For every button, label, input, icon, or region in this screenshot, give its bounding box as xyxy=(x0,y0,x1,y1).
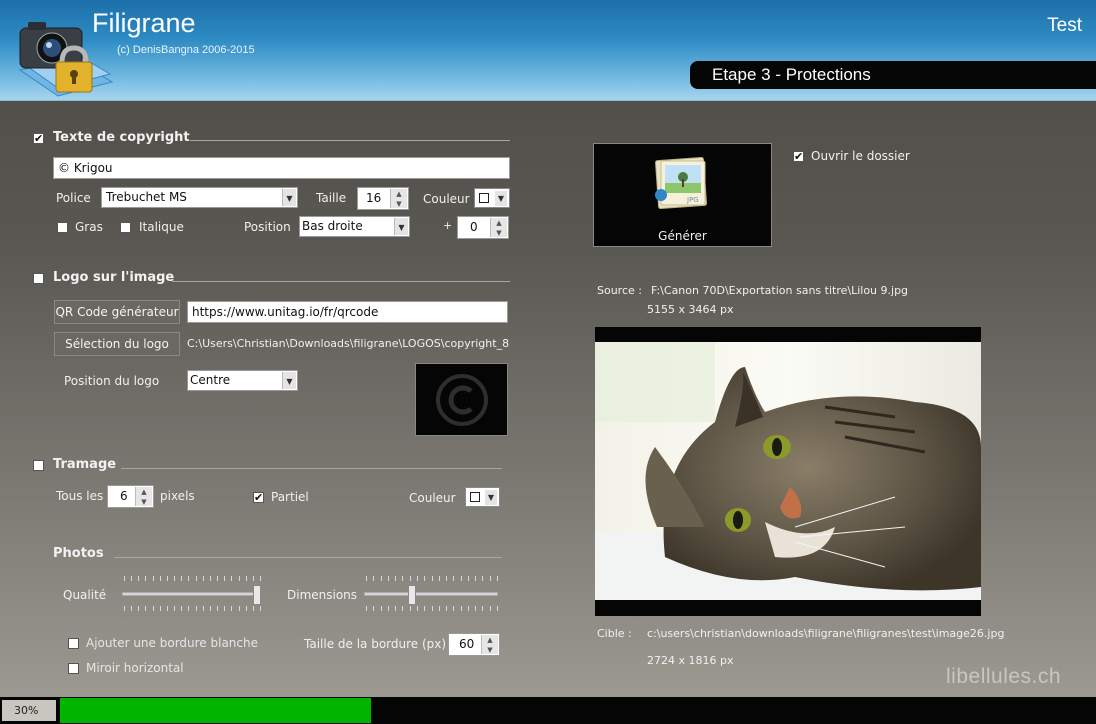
slider-ticks xyxy=(124,606,261,611)
chevron-down-icon: ▼ xyxy=(394,218,408,235)
cible-label: Cible : xyxy=(597,627,632,640)
miroir-label: Miroir horizontal xyxy=(86,661,184,675)
qr-url-input[interactable]: https://www.unitag.io/fr/qrcode xyxy=(187,301,508,323)
plus-label: + xyxy=(443,219,453,232)
spinner-arrows-icon[interactable]: ▲ ▼ xyxy=(490,218,507,237)
slider-ticks xyxy=(366,606,498,611)
couleur-picker[interactable]: ▼ xyxy=(474,188,510,208)
tramage-couleur-label: Couleur xyxy=(409,491,456,505)
slider-ticks xyxy=(124,576,261,581)
chevron-down-icon: ▼ xyxy=(495,191,507,206)
chevron-down-icon: ▼ xyxy=(485,490,497,505)
offset-spinner[interactable]: 0 ▲ ▼ xyxy=(457,216,509,239)
position-select-value: Bas droite xyxy=(302,219,363,233)
italique-checkbox[interactable] xyxy=(120,222,131,233)
tramage-couleur-picker[interactable]: ▼ xyxy=(465,487,500,507)
copyright-text-input[interactable]: © Krigou xyxy=(53,157,510,179)
offset-value: 0 xyxy=(470,220,478,234)
color-swatch-icon xyxy=(470,492,480,502)
police-select-value: Trebuchet MS xyxy=(106,190,187,204)
section-divider xyxy=(114,557,502,558)
taille-value: 16 xyxy=(366,191,382,205)
tramage-value: 6 xyxy=(120,489,128,503)
logo-position-value: Centre xyxy=(190,373,231,387)
bordure-label: Ajouter une bordure blanche xyxy=(86,636,259,650)
source-path: F:\Canon 70D\Exportation sans titre\Lilo… xyxy=(651,284,909,297)
app-title: Filigrane xyxy=(92,8,196,38)
gras-checkbox[interactable] xyxy=(57,222,68,233)
test-label: Test xyxy=(1047,15,1082,36)
taille-bordure-label: Taille de la bordure (px) xyxy=(304,637,447,651)
section-divider xyxy=(172,281,510,282)
qualite-slider-thumb[interactable] xyxy=(253,585,261,605)
taille-spinner[interactable]: 16 ▲ ▼ xyxy=(357,187,409,210)
qualite-label: Qualité xyxy=(63,588,107,602)
logo-preview xyxy=(415,363,508,436)
italique-label: Italique xyxy=(139,220,184,234)
tous-les-label: Tous les xyxy=(56,489,104,503)
logo-section-title: Logo sur l'image xyxy=(53,270,175,285)
slider-ticks xyxy=(366,576,498,581)
qr-code-generator-button[interactable]: QR Code générateur xyxy=(54,300,180,324)
photos-section-title: Photos xyxy=(53,546,104,561)
watermark-text: libellules.ch xyxy=(946,665,1062,688)
select-logo-button[interactable]: Sélection du logo xyxy=(54,332,180,356)
section-divider xyxy=(121,468,502,469)
source-label: Source : xyxy=(597,284,642,297)
police-label: Police xyxy=(56,191,91,205)
logo-position-label: Position du logo xyxy=(64,374,160,388)
generate-button[interactable]: JPG Générer xyxy=(593,143,772,247)
image-preview xyxy=(595,327,981,616)
copyright-section-title: Texte de copyright xyxy=(53,130,190,145)
taille-label: Taille xyxy=(316,191,347,205)
taille-bordure-value: 60 xyxy=(459,637,475,651)
tramage-enable-checkbox[interactable] xyxy=(33,460,44,471)
jpg-file-icon: JPG xyxy=(655,157,707,209)
cible-path: c:\users\christian\downloads\filigrane\f… xyxy=(647,627,1005,640)
open-folder-checkbox[interactable]: ✔ xyxy=(793,151,804,162)
open-folder-label: Ouvrir le dossier xyxy=(811,149,910,163)
tramage-spinner[interactable]: 6 ▲ ▼ xyxy=(107,485,154,508)
bordure-checkbox[interactable] xyxy=(68,638,79,649)
cat-photo xyxy=(595,342,981,600)
position-select[interactable]: Bas droite ▼ xyxy=(299,216,410,237)
partiel-label: Partiel xyxy=(271,490,309,504)
logo-enable-checkbox[interactable] xyxy=(33,273,44,284)
logo-path: C:\Users\Christian\Downloads\filigrane\L… xyxy=(187,337,510,350)
spinner-arrows-icon[interactable]: ▲ ▼ xyxy=(135,487,152,506)
qualite-slider-track[interactable] xyxy=(122,592,261,596)
chevron-down-icon: ▼ xyxy=(282,189,296,206)
step-banner: Etape 3 - Protections xyxy=(690,61,1096,89)
partiel-checkbox[interactable]: ✔ xyxy=(253,492,264,503)
progress-fill xyxy=(60,698,371,723)
section-divider xyxy=(190,140,510,141)
dimensions-label: Dimensions xyxy=(287,588,358,602)
copyright-enable-checkbox[interactable]: ✔ xyxy=(33,133,44,144)
generate-label: Générer xyxy=(658,229,707,243)
progress-percent-label: 30% xyxy=(2,700,56,721)
taille-bordure-spinner[interactable]: 60 ▲ ▼ xyxy=(448,633,500,656)
tramage-section-title: Tramage xyxy=(53,457,117,472)
gras-label: Gras xyxy=(75,220,103,234)
police-select[interactable]: Trebuchet MS ▼ xyxy=(101,187,298,208)
jpg-label: JPG xyxy=(686,196,699,204)
color-swatch-icon xyxy=(479,193,489,203)
spinner-arrows-icon[interactable]: ▲ ▼ xyxy=(390,189,407,208)
logo-position-select[interactable]: Centre ▼ xyxy=(187,370,298,391)
couleur-label: Couleur xyxy=(423,192,470,206)
source-dimensions: 5155 x 3464 px xyxy=(647,303,734,316)
pixels-label: pixels xyxy=(160,489,195,503)
cible-dimensions: 2724 x 1816 px xyxy=(647,654,734,667)
app-header: Filigrane (c) DenisBangna 2006-2015 Test… xyxy=(0,0,1096,101)
position-label: Position xyxy=(244,220,291,234)
spinner-arrows-icon[interactable]: ▲ ▼ xyxy=(481,635,498,654)
progress-bar: 30% xyxy=(0,697,1096,724)
copyright-symbol-icon xyxy=(436,374,488,426)
dimensions-slider-track[interactable] xyxy=(364,592,498,596)
miroir-checkbox[interactable] xyxy=(68,663,79,674)
app-copyright: (c) DenisBangna 2006-2015 xyxy=(117,44,255,56)
chevron-down-icon: ▼ xyxy=(282,372,296,389)
dimensions-slider-thumb[interactable] xyxy=(408,585,416,605)
